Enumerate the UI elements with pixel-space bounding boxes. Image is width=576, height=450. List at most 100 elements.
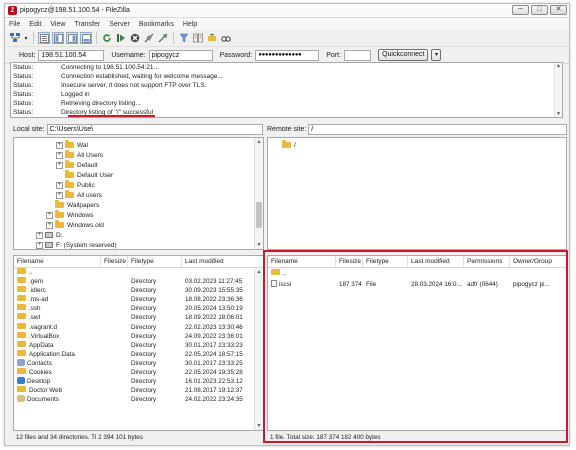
minimize-button[interactable]: ─ bbox=[512, 5, 529, 15]
cell-name: .gem bbox=[14, 277, 101, 286]
local-files-scrollbar[interactable]: ▲ ▼ bbox=[254, 268, 263, 430]
search-icon[interactable] bbox=[220, 32, 232, 44]
scroll-down-icon[interactable]: ▼ bbox=[555, 111, 562, 117]
menu-help[interactable]: Help bbox=[183, 21, 197, 28]
local-site-path-input[interactable]: C:\Users\Use\ bbox=[46, 124, 263, 135]
local-tree-icon[interactable] bbox=[52, 32, 64, 44]
tree-item[interactable]: Wallpapers bbox=[14, 200, 263, 210]
scroll-up-icon[interactable]: ▲ bbox=[555, 63, 562, 69]
cancel-icon[interactable] bbox=[129, 32, 141, 44]
table-row[interactable]: .swt Directory 18.09.2022 18:06:01 bbox=[14, 313, 263, 322]
scroll-up-icon[interactable]: ▲ bbox=[255, 138, 263, 146]
column-filesize[interactable]: Filesize bbox=[336, 256, 363, 267]
column-last-modified[interactable]: Last modified bbox=[182, 256, 255, 267]
table-row[interactable]: .gem Directory 03.02.2023 11:27:45 bbox=[14, 277, 263, 286]
table-row[interactable]: Application Data Directory 22.05.2024 18:5… bbox=[14, 349, 263, 359]
table-row[interactable]: AppData Directory 30.01.2017 23:33:23 bbox=[14, 340, 263, 350]
table-row[interactable]: .VirtualBox Directory 24.09.2022 23:36:01 bbox=[14, 331, 263, 341]
column-filename[interactable]: Filename bbox=[14, 256, 101, 267]
username-input[interactable]: pipogycz bbox=[148, 49, 213, 61]
column-filetype[interactable]: Filetype bbox=[363, 256, 408, 267]
column-filesize[interactable]: Filesize bbox=[101, 256, 128, 267]
column-filename[interactable]: Filename bbox=[268, 256, 336, 267]
scroll-down-icon[interactable]: ▼ bbox=[255, 422, 263, 430]
menu-edit[interactable]: Edit bbox=[29, 21, 41, 28]
password-label: Password: bbox=[219, 51, 253, 59]
host-label: Host: bbox=[19, 51, 36, 59]
tree-item[interactable]: + F: (System reserved) bbox=[14, 240, 263, 250]
tree-item[interactable]: Default User bbox=[14, 170, 263, 180]
menu-bookmarks[interactable]: Bookmarks bbox=[139, 21, 174, 28]
menu-file[interactable]: File bbox=[9, 21, 20, 28]
expand-icon[interactable]: + bbox=[56, 181, 63, 189]
sync-browse-icon[interactable] bbox=[206, 32, 218, 44]
folder-icon bbox=[282, 140, 291, 148]
process-queue-icon[interactable] bbox=[115, 32, 127, 44]
column-owner-group[interactable]: Owner/Group bbox=[510, 256, 566, 267]
table-row[interactable]: .. bbox=[268, 268, 566, 279]
dropdown-icon[interactable]: ▾ bbox=[23, 32, 29, 44]
tree-item[interactable]: + All users bbox=[14, 190, 263, 200]
table-row[interactable]: Contacts Directory 30.01.2017 23:33:25 bbox=[14, 358, 263, 368]
log-scrollbar[interactable]: ▲ ▼ bbox=[554, 63, 562, 117]
remote-site-path-input[interactable]: / bbox=[308, 124, 567, 135]
table-row[interactable]: Cookies Directory 22.05.2024 19:35:28 bbox=[14, 368, 263, 377]
expand-icon[interactable]: + bbox=[36, 241, 43, 249]
menu-transfer[interactable]: Transfer bbox=[74, 21, 100, 28]
refresh-icon[interactable] bbox=[101, 32, 113, 44]
reconnect-icon[interactable] bbox=[157, 32, 169, 44]
expand-icon[interactable]: + bbox=[56, 141, 63, 149]
expand-icon[interactable]: + bbox=[56, 191, 63, 199]
table-row[interactable]: Desktop Directory 16.01.2023 22:53:12 bbox=[14, 377, 263, 386]
password-input[interactable]: ●●●●●●●●●●●●● bbox=[255, 49, 320, 61]
cell-text: iscsi bbox=[279, 281, 292, 288]
column-filetype[interactable]: Filetype bbox=[128, 256, 182, 267]
local-tree-scrollbar[interactable]: ▲ ▼ bbox=[254, 138, 263, 249]
quickconnect-history-dropdown[interactable]: ▾ bbox=[431, 49, 442, 61]
table-row[interactable]: .ssh Directory 20.05.2024 13:50:19 bbox=[14, 304, 263, 313]
cell-text: .. bbox=[283, 270, 287, 277]
menu-server[interactable]: Server bbox=[109, 21, 130, 28]
message-log-icon[interactable] bbox=[38, 32, 50, 44]
cell-text: 24.02.2022 23:24:35 bbox=[185, 396, 243, 404]
cell-text: pipogycz pi... bbox=[513, 281, 550, 288]
host-input[interactable]: 198.51.100.54 bbox=[38, 49, 105, 61]
expand-icon[interactable]: + bbox=[56, 161, 63, 169]
expand-icon[interactable]: + bbox=[56, 151, 63, 159]
port-input[interactable] bbox=[344, 49, 372, 61]
maximize-button[interactable]: □ bbox=[531, 5, 548, 15]
table-row[interactable]: .idlerc Directory 30.09.2023 15:55:35 bbox=[14, 286, 263, 295]
tree-item[interactable]: + Windows bbox=[14, 210, 263, 220]
tree-item[interactable]: + All Users bbox=[14, 150, 263, 160]
column-last-modified[interactable]: Last modified bbox=[408, 256, 464, 267]
scroll-up-icon[interactable]: ▲ bbox=[255, 268, 263, 276]
remote-tree-icon[interactable] bbox=[66, 32, 78, 44]
menu-view[interactable]: View bbox=[50, 21, 65, 28]
expand-icon[interactable]: + bbox=[36, 231, 43, 239]
expand-icon[interactable]: + bbox=[46, 221, 53, 229]
queue-icon[interactable] bbox=[80, 32, 92, 44]
cell-text: 22.05.2024 19:35:28 bbox=[185, 369, 243, 377]
filter-icon[interactable] bbox=[178, 32, 190, 44]
tree-item[interactable]: + Windows.old bbox=[14, 220, 263, 230]
column-permissions[interactable]: Permissions bbox=[464, 256, 510, 267]
disconnect-icon[interactable] bbox=[143, 32, 155, 44]
compare-icon[interactable] bbox=[192, 32, 204, 44]
site-manager-icon[interactable] bbox=[9, 32, 21, 44]
tree-item[interactable]: + Default bbox=[14, 160, 263, 170]
table-row[interactable]: Doctor Web Directory 21.08.2017 19:12:37 bbox=[14, 386, 263, 395]
table-row[interactable]: .. bbox=[14, 268, 263, 277]
scroll-thumb[interactable] bbox=[256, 202, 262, 228]
table-row[interactable]: Documents Directory 24.02.2022 23:24:35 bbox=[14, 395, 263, 404]
close-button[interactable]: ✕ bbox=[550, 5, 567, 15]
tree-item-root[interactable]: / bbox=[268, 138, 566, 150]
tree-item[interactable]: + Wal bbox=[14, 140, 263, 150]
table-row[interactable]: .vagrant.d Directory 22.02.2023 13:30:46 bbox=[14, 322, 263, 332]
expand-icon[interactable]: + bbox=[46, 211, 53, 219]
scroll-down-icon[interactable]: ▼ bbox=[255, 241, 263, 249]
table-row[interactable]: iscsi 187 374 18...File 28.03.2024 16:0...… bbox=[268, 279, 566, 290]
tree-item[interactable]: + D: bbox=[14, 230, 263, 240]
table-row[interactable]: .ms-ad Directory 18.08.2022 23:36:36 bbox=[14, 295, 263, 304]
quickconnect-button[interactable]: Quickconnect bbox=[378, 49, 429, 61]
tree-item[interactable]: + Public bbox=[14, 180, 263, 190]
